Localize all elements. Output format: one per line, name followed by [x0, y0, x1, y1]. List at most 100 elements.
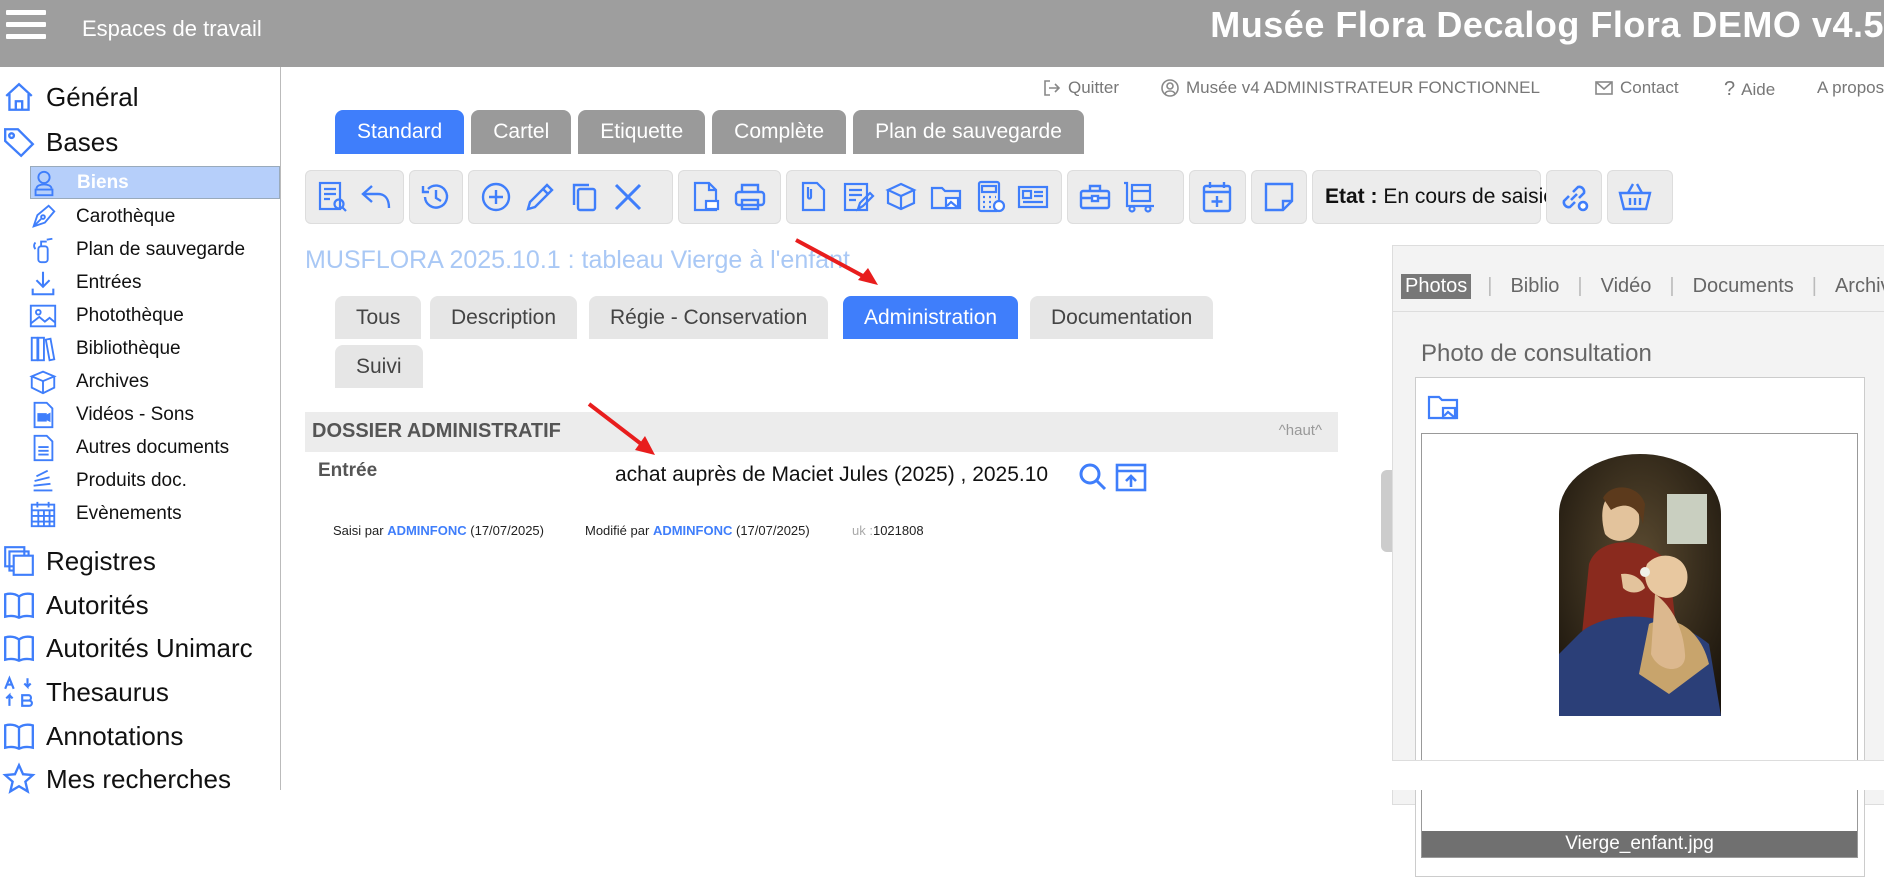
undo-icon [361, 185, 391, 209]
view-tabs: Standard Cartel Etiquette Complète Plan … [335, 110, 1084, 154]
sidebar-item-mes-recherches[interactable]: Mes recherches [0, 759, 280, 799]
sidebar-item-bases[interactable]: Bases [0, 122, 280, 162]
about-label: A propos [1817, 78, 1884, 97]
sidebar-item-autorites-unimarc[interactable]: Autorités Unimarc [0, 628, 280, 668]
sidebar-item-produits-doc[interactable]: Produits doc. [0, 464, 280, 497]
app-title: Musée Flora Decalog Flora DEMO v4.5 [1210, 4, 1884, 45]
sidebar-item-videos-sons[interactable]: Vidéos - Sons [0, 398, 280, 431]
tab-cartel[interactable]: Cartel [471, 110, 572, 154]
stack-icon [33, 469, 53, 491]
box-icon [29, 370, 57, 394]
tab-suivi[interactable]: Suivi [335, 345, 423, 388]
created-user[interactable]: ADMINFONC [387, 523, 466, 538]
sidebar-item-entrees[interactable]: Entrées [0, 266, 280, 299]
duplicate-button[interactable] [563, 176, 605, 218]
sidebar-label: Plan de sauvegarde [76, 238, 246, 260]
add-button[interactable] [475, 176, 517, 218]
folder-image-button[interactable] [925, 176, 967, 218]
user-link[interactable]: Musée v4 ADMINISTRATEUR FONCTIONNEL [1160, 78, 1540, 98]
quit-label: Quitter [1068, 78, 1120, 97]
plus-circle-icon [481, 182, 511, 212]
sidebar-item-carotheque[interactable]: Carothèque [0, 200, 280, 233]
tab-archives[interactable]: Archives [1833, 275, 1884, 298]
bust-icon [34, 170, 54, 196]
delete-button[interactable] [607, 176, 649, 218]
tab-regie-conservation[interactable]: Régie - Conservation [589, 296, 829, 339]
notes-button[interactable] [837, 176, 879, 218]
sidebar-label: Registres [46, 545, 156, 576]
sidebar-item-biens[interactable]: Biens [30, 166, 280, 199]
tab-etiquette[interactable]: Etiquette [578, 110, 706, 154]
tab-documentation[interactable]: Documentation [1030, 296, 1214, 339]
media-panel: Photos| Biblio| Vidéo| Documents| Archiv… [1392, 245, 1884, 877]
sidebar-item-bibliotheque[interactable]: Bibliothèque [0, 332, 280, 365]
photo-heading: Photo de consultation [1421, 340, 1652, 367]
tab-video[interactable]: Vidéo [1599, 275, 1654, 298]
toolbox-button[interactable] [1074, 176, 1116, 218]
hamburger-menu-icon[interactable] [6, 10, 46, 42]
link-button[interactable] [1553, 176, 1595, 218]
help-label: Aide [1741, 79, 1776, 99]
sidebar-item-annotations[interactable]: Annotations [0, 716, 280, 756]
sidebar-label: Carothèque [76, 205, 176, 227]
book-icon [4, 723, 34, 751]
sticky-note-button[interactable] [1258, 176, 1300, 218]
card-button[interactable] [1013, 176, 1055, 218]
tab-documents[interactable]: Documents [1691, 275, 1796, 298]
help-link[interactable]: ? Aide [1724, 78, 1775, 101]
about-link[interactable]: A propos [1817, 78, 1884, 98]
undo-button[interactable] [356, 176, 398, 218]
attach-button[interactable] [793, 176, 835, 218]
uk-value: 1021808 [872, 523, 924, 538]
quit-link[interactable]: Quitter [1042, 78, 1119, 98]
calculator-button[interactable] [969, 176, 1011, 218]
sidebar-label: Vidéos - Sons [76, 403, 194, 425]
edit-button[interactable] [519, 176, 561, 218]
sidebar-item-phototheque[interactable]: Photothèque [0, 299, 280, 332]
tab-description[interactable]: Description [430, 296, 578, 339]
tab-complete[interactable]: Complète [712, 110, 847, 154]
workspaces-link[interactable]: Espaces de travail [82, 16, 262, 42]
move-box-button[interactable] [881, 176, 923, 218]
entry-value: achat auprès de Maciet Jules (2025) , 20… [615, 463, 1049, 486]
tab-biblio[interactable]: Biblio [1508, 275, 1561, 298]
search-icon[interactable] [1076, 460, 1110, 494]
modified-user[interactable]: ADMINFONC [653, 523, 732, 538]
book-icon [4, 635, 34, 663]
calendar-add-button[interactable] [1196, 176, 1238, 218]
sidebar-item-autres-documents[interactable]: Autres documents [0, 431, 280, 464]
folder-image-icon[interactable] [1426, 390, 1460, 424]
toolbar-group [1067, 170, 1184, 224]
modified-date: (17/07/2025) [736, 523, 810, 538]
books-icon [30, 336, 56, 361]
open-record-icon[interactable] [1114, 460, 1148, 494]
sidebar-item-evenements[interactable]: Evènements [0, 497, 280, 530]
contact-link[interactable]: Contact [1594, 78, 1679, 98]
basket-button[interactable] [1614, 176, 1656, 218]
tab-administration[interactable]: Administration [843, 296, 1019, 339]
sidebar-item-autorites[interactable]: Autorités [0, 585, 280, 625]
print-preview-button[interactable] [685, 176, 727, 218]
transport-button[interactable] [1118, 176, 1160, 218]
sidebar-item-general[interactable]: Général [0, 77, 280, 117]
sidebar-label: Biens [77, 171, 129, 193]
toolbar-group [409, 170, 463, 224]
back-to-top-link[interactable]: ^haut^ [1279, 422, 1322, 439]
sidebar-item-registres[interactable]: Registres [0, 541, 280, 581]
history-button[interactable] [416, 176, 456, 218]
tab-plan-de-sauvegarde[interactable]: Plan de sauvegarde [853, 110, 1084, 154]
print-button[interactable] [729, 176, 771, 218]
modified-label: Modifié par [585, 523, 650, 538]
tab-standard[interactable]: Standard [335, 110, 465, 154]
search-list-button[interactable] [312, 176, 354, 218]
tab-tous[interactable]: Tous [335, 296, 422, 339]
registers-icon [4, 546, 34, 576]
artwork-thumbnail[interactable] [1559, 454, 1721, 716]
sidebar-item-archives[interactable]: Archives [0, 365, 280, 398]
tab-photos[interactable]: Photos [1401, 274, 1472, 299]
toolbar-group [1546, 170, 1602, 224]
media-tabs: Photos| Biblio| Vidéo| Documents| Archiv… [1401, 274, 1884, 299]
sidebar-item-plan-de-sauvegarde[interactable]: Plan de sauvegarde [0, 233, 280, 266]
photo-caption: Vierge_enfant.jpg [1422, 831, 1857, 857]
sidebar-item-thesaurus[interactable]: Thesaurus [0, 672, 280, 712]
